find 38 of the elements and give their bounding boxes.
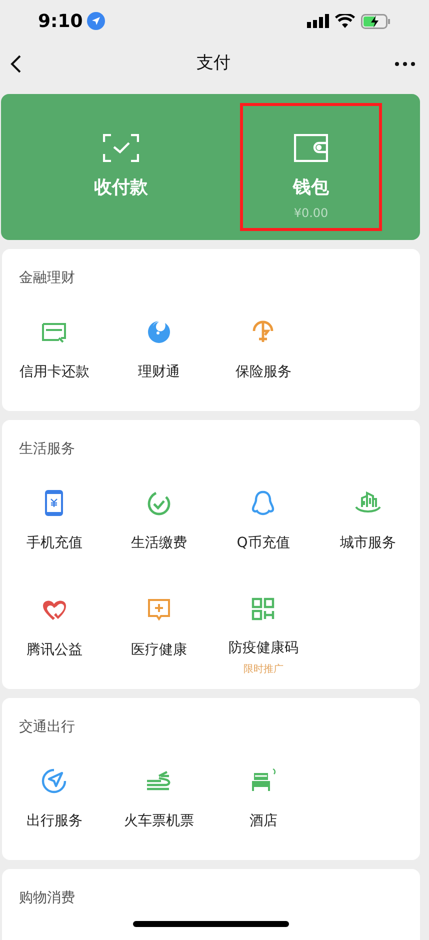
- card-icon: [41, 321, 68, 343]
- service-item[interactable]: Q币充值: [211, 489, 316, 570]
- phone-icon: [45, 490, 64, 516]
- service-item[interactable]: 理财通: [106, 318, 211, 399]
- section-title: 生活服务: [19, 441, 75, 457]
- service-item[interactable]: 信用卡还款: [2, 318, 106, 399]
- battery-icon: [361, 14, 391, 28]
- wallet-icon: [294, 134, 328, 162]
- check-icon: [146, 490, 171, 516]
- qr-icon: [251, 597, 276, 621]
- service-item[interactable]: 出行服务: [2, 767, 106, 848]
- service-item[interactable]: 防疫健康码 限时推广: [211, 596, 316, 677]
- medical-icon: [146, 597, 172, 623]
- more-icon: [395, 62, 415, 66]
- back-icon: [10, 54, 22, 74]
- clock-time: 9:10: [38, 10, 83, 34]
- section-title: 购物消费: [19, 890, 75, 906]
- promo-note: 限时推广: [243, 662, 284, 677]
- service-item[interactable]: 医疗健康: [106, 596, 211, 677]
- scan-icon: [103, 134, 139, 162]
- location-icon: [86, 12, 105, 30]
- service-item[interactable]: 生活缴费: [106, 489, 211, 570]
- page-title: 支付: [196, 52, 230, 76]
- section-title: 交通出行: [19, 719, 75, 735]
- heart-icon: [41, 598, 68, 622]
- service-item[interactable]: 保险服务: [211, 318, 316, 399]
- service-item[interactable]: 手机充值: [2, 489, 106, 570]
- signal-icon: [307, 14, 329, 28]
- service-item[interactable]: 腾讯公益: [2, 596, 106, 677]
- train-icon: [144, 770, 173, 792]
- send-icon: [41, 768, 68, 794]
- section-title: 金融理财: [19, 270, 75, 286]
- penguin-icon: [251, 490, 276, 516]
- service-item[interactable]: 火车票机票: [106, 767, 211, 848]
- wifi-icon: [335, 14, 355, 28]
- service-item[interactable]: 城市服务: [316, 489, 420, 570]
- wallet-balance: ¥0.00: [294, 205, 328, 222]
- service-item[interactable]: 酒店: [211, 767, 316, 848]
